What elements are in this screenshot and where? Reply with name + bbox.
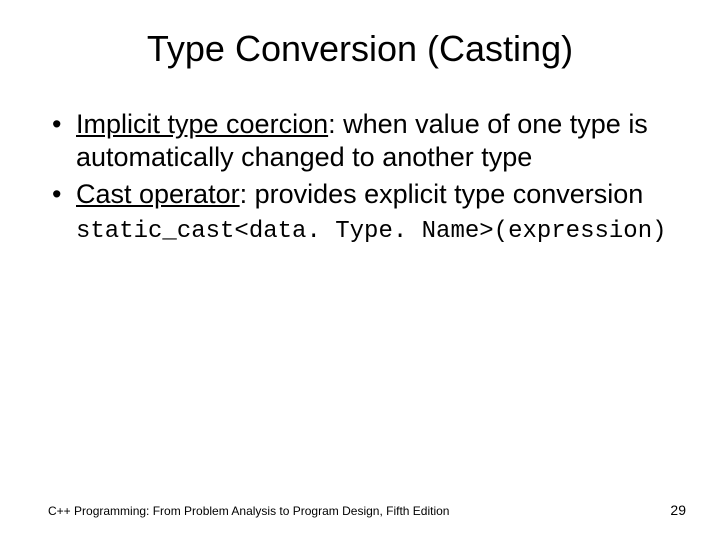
- slide: Type Conversion (Casting) Implicit type …: [0, 0, 720, 540]
- bullet-term: Implicit type coercion: [76, 109, 328, 139]
- bullet-term: Cast operator: [76, 179, 240, 209]
- bullet-rest: : provides explicit type conversion: [240, 179, 644, 209]
- bullet-list: Implicit type coercion: when value of on…: [48, 108, 672, 211]
- code-line: static_cast<data. Type. Name>(expression…: [48, 217, 672, 246]
- footer-source: C++ Programming: From Problem Analysis t…: [48, 504, 449, 518]
- bullet-item: Cast operator: provides explicit type co…: [48, 178, 672, 211]
- slide-body: Implicit type coercion: when value of on…: [0, 70, 720, 246]
- page-number: 29: [670, 502, 686, 518]
- slide-title: Type Conversion (Casting): [0, 0, 720, 70]
- bullet-item: Implicit type coercion: when value of on…: [48, 108, 672, 174]
